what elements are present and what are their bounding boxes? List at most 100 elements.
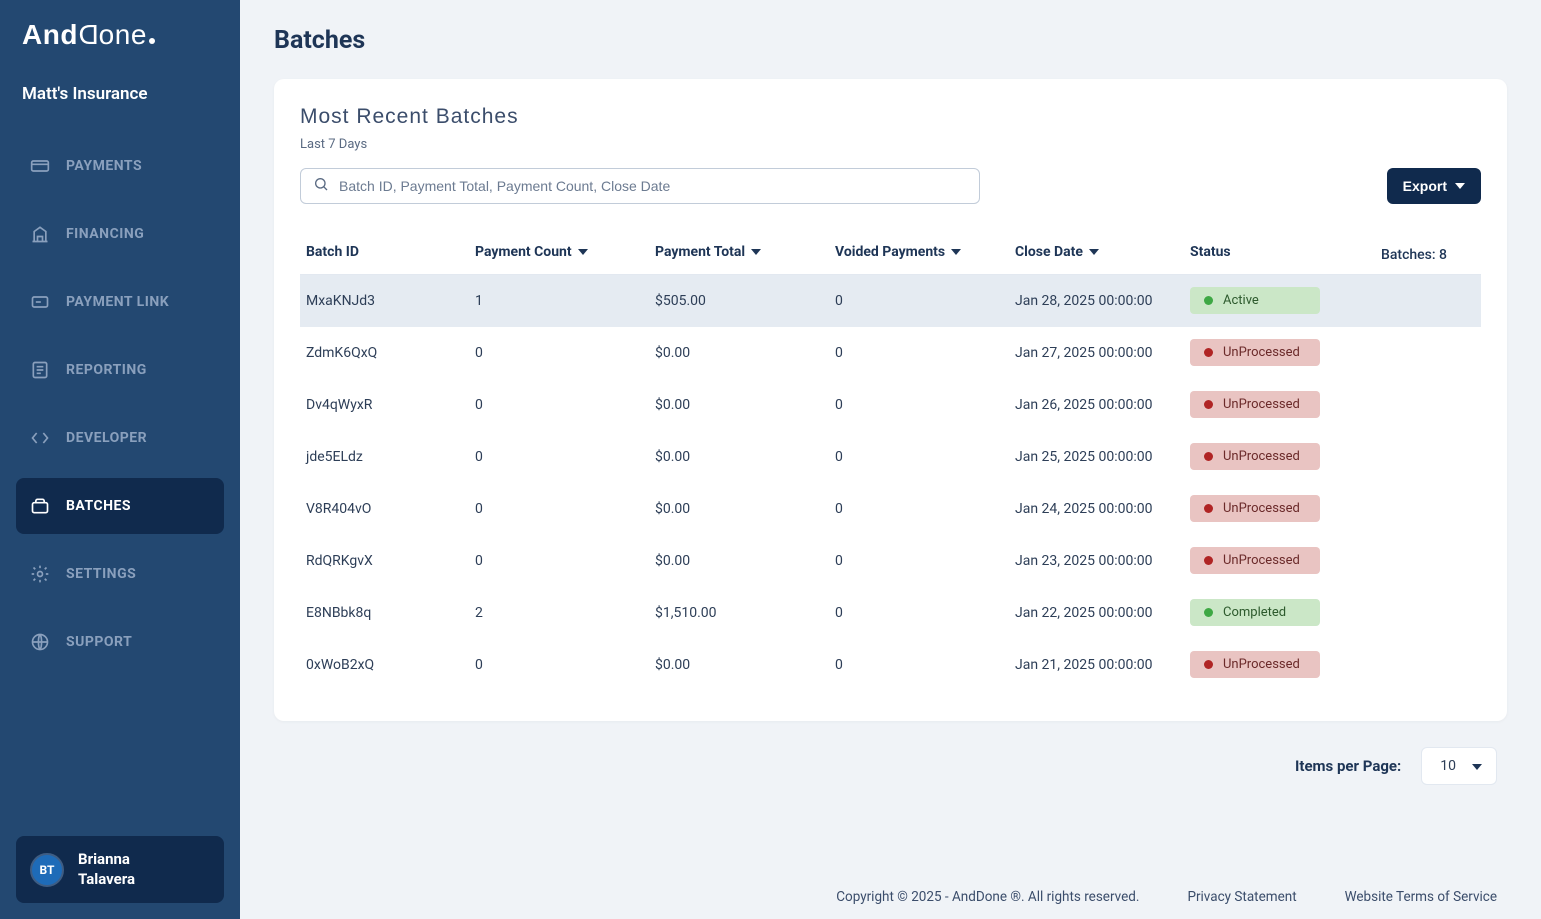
status-dot-icon bbox=[1204, 608, 1213, 617]
sidebar-item-developer[interactable]: DEVELOPER bbox=[16, 410, 224, 466]
batches-table: Batch ID Payment Count Payment Total Voi… bbox=[300, 230, 1481, 691]
status-badge: UnProcessed bbox=[1190, 651, 1320, 678]
cell-batch-id: RdQRKgvX bbox=[300, 553, 475, 569]
nav-icon bbox=[30, 292, 50, 312]
cell-payment-count: 0 bbox=[475, 501, 655, 517]
cell-payment-count: 0 bbox=[475, 345, 655, 361]
sidebar-item-payment-link[interactable]: PAYMENT LINK bbox=[16, 274, 224, 330]
cell-voided: 0 bbox=[835, 345, 1015, 361]
cell-payment-total: $0.00 bbox=[655, 345, 835, 361]
status-dot-icon bbox=[1204, 556, 1213, 565]
caret-down-icon bbox=[1455, 183, 1465, 189]
batch-count: Batches: 8 bbox=[1381, 247, 1447, 263]
footer-tos-link[interactable]: Website Terms of Service bbox=[1345, 889, 1497, 905]
cell-close-date: Jan 28, 2025 00:00:00 bbox=[1015, 293, 1190, 309]
status-badge: UnProcessed bbox=[1190, 547, 1320, 574]
search-input-wrapper[interactable] bbox=[300, 168, 980, 204]
cell-payment-total: $0.00 bbox=[655, 449, 835, 465]
table-row[interactable]: RdQRKgvX0$0.000Jan 23, 2025 00:00:00UnPr… bbox=[300, 535, 1481, 587]
cell-batch-id: jde5ELdz bbox=[300, 449, 475, 465]
cell-close-date: Jan 23, 2025 00:00:00 bbox=[1015, 553, 1190, 569]
status-badge: UnProcessed bbox=[1190, 339, 1320, 366]
status-dot-icon bbox=[1204, 660, 1213, 669]
cell-close-date: Jan 21, 2025 00:00:00 bbox=[1015, 657, 1190, 673]
sidebar-item-payments[interactable]: PAYMENTS bbox=[16, 138, 224, 194]
batches-card: Most Recent Batches Last 7 Days Export B… bbox=[274, 79, 1507, 721]
table-row[interactable]: V8R404vO0$0.000Jan 24, 2025 00:00:00UnPr… bbox=[300, 483, 1481, 535]
cell-voided: 0 bbox=[835, 657, 1015, 673]
nav-icon bbox=[30, 496, 50, 516]
cell-batch-id: Dv4qWyxR bbox=[300, 397, 475, 413]
cell-status: UnProcessed bbox=[1190, 443, 1330, 470]
cell-status: UnProcessed bbox=[1190, 339, 1330, 366]
cell-payment-count: 2 bbox=[475, 605, 655, 621]
cell-payment-total: $0.00 bbox=[655, 397, 835, 413]
cell-voided: 0 bbox=[835, 553, 1015, 569]
items-per-page-label: Items per Page: bbox=[1295, 757, 1401, 775]
table-row[interactable]: 0xWoB2xQ0$0.000Jan 21, 2025 00:00:00UnPr… bbox=[300, 639, 1481, 691]
table-row[interactable]: Dv4qWyxR0$0.000Jan 26, 2025 00:00:00UnPr… bbox=[300, 379, 1481, 431]
items-per-page-select[interactable]: 10 bbox=[1421, 747, 1497, 785]
table-row[interactable]: MxaKNJd31$505.000Jan 28, 2025 00:00:00Ac… bbox=[300, 275, 1481, 327]
sidebar-item-support[interactable]: SUPPORT bbox=[16, 614, 224, 670]
table-row[interactable]: ZdmK6QxQ0$0.000Jan 27, 2025 00:00:00UnPr… bbox=[300, 327, 1481, 379]
user-card[interactable]: BT Brianna Talavera bbox=[16, 836, 224, 903]
table-row[interactable]: jde5ELdz0$0.000Jan 25, 2025 00:00:00UnPr… bbox=[300, 431, 1481, 483]
col-payment-count[interactable]: Payment Count bbox=[475, 244, 655, 260]
page-title: Batches bbox=[274, 26, 1507, 55]
cell-payment-total: $0.00 bbox=[655, 553, 835, 569]
col-close-date[interactable]: Close Date bbox=[1015, 244, 1190, 260]
col-status[interactable]: Status bbox=[1190, 244, 1330, 260]
cell-close-date: Jan 22, 2025 00:00:00 bbox=[1015, 605, 1190, 621]
cell-voided: 0 bbox=[835, 397, 1015, 413]
org-name: Matt's Insurance bbox=[0, 70, 240, 128]
cell-status: UnProcessed bbox=[1190, 651, 1330, 678]
status-dot-icon bbox=[1204, 296, 1213, 305]
cell-batch-id: MxaKNJd3 bbox=[300, 293, 475, 309]
nav-icon bbox=[30, 428, 50, 448]
status-badge: UnProcessed bbox=[1190, 495, 1320, 522]
cell-voided: 0 bbox=[835, 293, 1015, 309]
user-name: Brianna Talavera bbox=[78, 850, 135, 889]
cell-batch-id: 0xWoB2xQ bbox=[300, 657, 475, 673]
avatar: BT bbox=[30, 853, 64, 887]
sidebar-nav: PAYMENTS FINANCING PAYMENT LINK REPORTING DE… bbox=[0, 128, 240, 820]
col-batch-id[interactable]: Batch ID bbox=[300, 244, 475, 260]
col-voided[interactable]: Voided Payments bbox=[835, 244, 1015, 260]
brand-logo[interactable]: AndDone bbox=[0, 0, 240, 70]
cell-voided: 0 bbox=[835, 501, 1015, 517]
status-dot-icon bbox=[1204, 400, 1213, 409]
nav-icon bbox=[30, 360, 50, 380]
cell-close-date: Jan 24, 2025 00:00:00 bbox=[1015, 501, 1190, 517]
status-dot-icon bbox=[1204, 348, 1213, 357]
status-dot-icon bbox=[1204, 452, 1213, 461]
status-badge: Active bbox=[1190, 287, 1320, 314]
cell-batch-id: ZdmK6QxQ bbox=[300, 345, 475, 361]
cell-payment-total: $1,510.00 bbox=[655, 605, 835, 621]
search-input[interactable] bbox=[339, 178, 967, 194]
cell-status: Active bbox=[1190, 287, 1330, 314]
sidebar-item-financing[interactable]: FINANCING bbox=[16, 206, 224, 262]
cell-status: UnProcessed bbox=[1190, 547, 1330, 574]
sort-icon bbox=[751, 249, 761, 255]
cell-batch-id: V8R404vO bbox=[300, 501, 475, 517]
card-subtitle: Last 7 Days bbox=[300, 137, 1481, 152]
footer: Copyright © 2025 - AndDone ®. All rights… bbox=[240, 889, 1517, 905]
nav-icon bbox=[30, 564, 50, 584]
status-badge: UnProcessed bbox=[1190, 391, 1320, 418]
cell-batch-id: E8NBbk8q bbox=[300, 605, 475, 621]
table-row[interactable]: E8NBbk8q2$1,510.000Jan 22, 2025 00:00:00… bbox=[300, 587, 1481, 639]
sidebar-item-reporting[interactable]: REPORTING bbox=[16, 342, 224, 398]
status-badge: Completed bbox=[1190, 599, 1320, 626]
sidebar-item-batches[interactable]: BATCHES bbox=[16, 478, 224, 534]
footer-privacy-link[interactable]: Privacy Statement bbox=[1187, 889, 1296, 905]
footer-copyright: Copyright © 2025 - AndDone ®. All rights… bbox=[836, 889, 1139, 905]
cell-close-date: Jan 25, 2025 00:00:00 bbox=[1015, 449, 1190, 465]
cell-status: UnProcessed bbox=[1190, 495, 1330, 522]
sort-icon bbox=[1089, 249, 1099, 255]
caret-down-icon bbox=[1472, 764, 1482, 770]
sidebar-item-settings[interactable]: SETTINGS bbox=[16, 546, 224, 602]
export-button[interactable]: Export bbox=[1387, 168, 1481, 204]
col-payment-total[interactable]: Payment Total bbox=[655, 244, 835, 260]
cell-payment-total: $505.00 bbox=[655, 293, 835, 309]
